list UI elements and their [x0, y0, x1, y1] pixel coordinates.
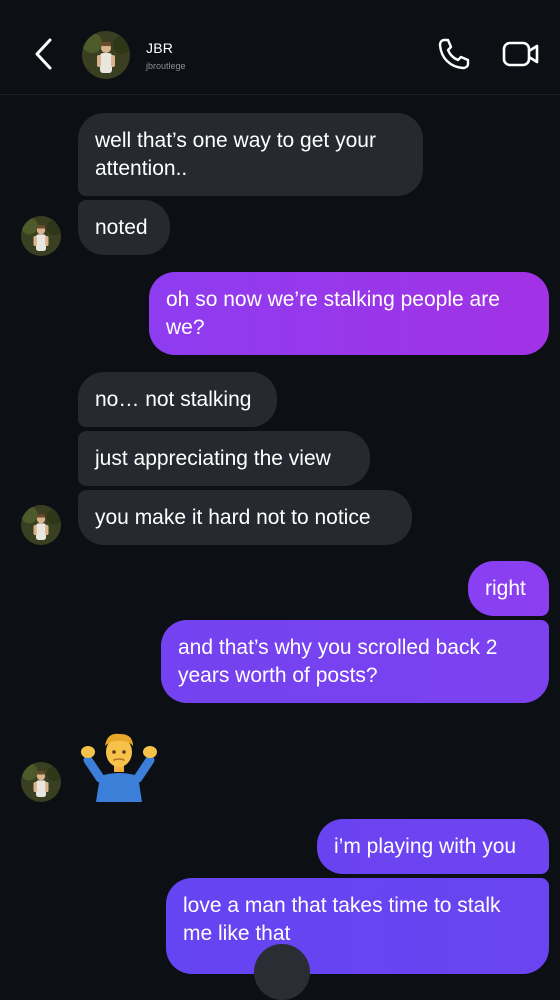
man-shrugging-emoji[interactable]: 🤷‍♂️ — [80, 730, 158, 802]
outgoing-message[interactable]: oh so now we’re stalking people are we? — [149, 272, 549, 355]
scroll-to-bottom-button[interactable] — [254, 944, 310, 1000]
emoji-text: 🤷‍♂️ — [158, 730, 159, 731]
chat-header: JBR jbroutlege — [0, 0, 560, 95]
message-text: i’m playing with you — [334, 835, 517, 858]
incoming-message[interactable]: no… not stalking — [78, 372, 277, 427]
outgoing-message[interactable]: right — [468, 561, 549, 616]
message-text: and that’s why you scrolled back 2 years… — [178, 636, 498, 687]
sender-avatar[interactable] — [21, 505, 61, 545]
sender-avatar[interactable] — [21, 216, 61, 256]
message-text: oh so now we’re stalking people are we? — [166, 288, 500, 339]
video-call-icon[interactable] — [502, 38, 540, 70]
message-text: noted — [95, 216, 148, 239]
contact-handle: jbroutlege — [146, 61, 186, 71]
message-text: you make it hard not to notice — [95, 506, 371, 529]
message-text: love a man that takes time to stalk me l… — [183, 894, 501, 945]
message-text: right — [485, 577, 526, 600]
message-text: no… not stalking — [95, 388, 252, 411]
outgoing-message[interactable]: and that’s why you scrolled back 2 years… — [161, 620, 549, 703]
message-text: just appreciating the view — [95, 447, 331, 470]
sender-avatar[interactable] — [21, 762, 61, 802]
phone-call-icon[interactable] — [436, 36, 472, 72]
contact-name[interactable]: JBR — [146, 40, 173, 56]
outgoing-message[interactable]: i’m playing with you — [317, 819, 549, 874]
incoming-message[interactable]: just appreciating the view — [78, 431, 370, 486]
back-chevron-icon[interactable] — [30, 36, 58, 72]
contact-avatar[interactable] — [82, 31, 130, 79]
message-text: well that’s one way to get your attentio… — [95, 129, 376, 180]
incoming-message[interactable]: noted — [78, 200, 170, 255]
incoming-message[interactable]: well that’s one way to get your attentio… — [78, 113, 423, 196]
incoming-message[interactable]: you make it hard not to notice — [78, 490, 412, 545]
